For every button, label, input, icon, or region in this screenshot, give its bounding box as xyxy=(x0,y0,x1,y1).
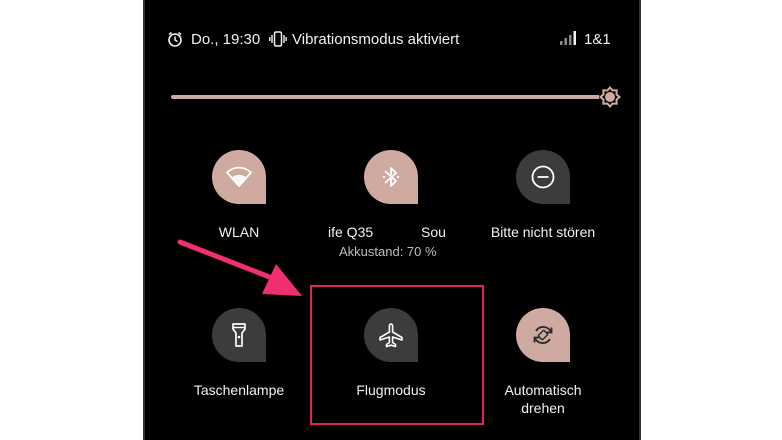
brightness-icon[interactable] xyxy=(598,85,622,109)
bluetooth-toggle[interactable] xyxy=(364,150,418,204)
auto-rotate-toggle[interactable] xyxy=(516,308,570,362)
auto-rotate-label-line2: drehen xyxy=(521,400,565,416)
phone-bezel-left xyxy=(143,0,145,440)
carrier-name: 1&1 xyxy=(584,31,611,48)
flashlight-icon xyxy=(232,323,246,347)
auto-rotate-icon xyxy=(533,326,553,344)
dnd-toggle[interactable] xyxy=(516,150,570,204)
bluetooth-device-label: ife Q35 xyxy=(328,224,374,240)
bluetooth-battery-label: Akkustand: 70 % xyxy=(339,244,437,259)
do-not-disturb-icon xyxy=(531,165,555,189)
bluetooth-device-label-continued: Sou xyxy=(421,224,446,240)
status-time: Do., 19:30 xyxy=(191,31,261,48)
flashlight-toggle[interactable] xyxy=(212,308,266,362)
status-bar: Do., 19:30 Vibrationsmodus aktiviert 1&1 xyxy=(143,28,641,52)
bluetooth-icon xyxy=(382,167,400,187)
signal-icon xyxy=(560,31,576,45)
dnd-label: Bitte nicht stören xyxy=(490,224,596,240)
clock-icon xyxy=(168,31,182,47)
wlan-toggle[interactable] xyxy=(212,150,266,204)
brightness-slider[interactable] xyxy=(171,95,611,99)
pointer-arrow-icon xyxy=(177,239,302,296)
vibration-status-text: Vibrationsmodus aktiviert xyxy=(292,31,460,48)
phone-bezel-right xyxy=(639,0,641,440)
flashlight-label: Taschenlampe xyxy=(193,382,285,398)
vibrate-icon xyxy=(269,31,287,47)
auto-rotate-label-line1: Automatisch xyxy=(504,382,582,398)
wifi-icon xyxy=(226,166,252,187)
highlight-box xyxy=(310,285,484,425)
